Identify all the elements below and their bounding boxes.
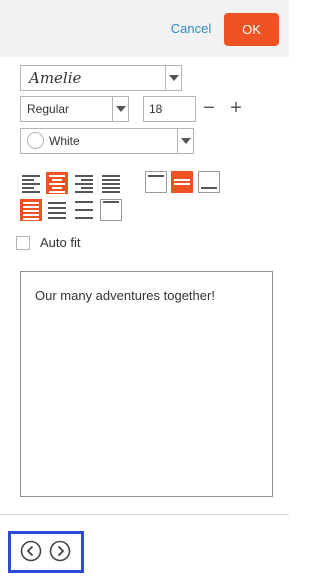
valign-bottom-button[interactable] (198, 171, 220, 193)
next-button[interactable] (49, 540, 71, 562)
spacing-fill-icon (23, 202, 39, 220)
chevron-down-icon (112, 97, 128, 121)
align-right-button[interactable] (73, 172, 95, 194)
spacing-lines-button[interactable] (46, 199, 68, 221)
spacing-fill-button[interactable] (20, 199, 42, 221)
ok-button[interactable]: OK (224, 13, 279, 46)
decrease-size-button[interactable]: − (198, 97, 220, 121)
spacing-even-button[interactable] (73, 199, 95, 221)
font-family-value: Amelie (29, 69, 82, 87)
font-weight-value: Regular (27, 102, 70, 116)
valign-middle-icon (174, 179, 190, 185)
increase-size-button[interactable]: + (225, 97, 247, 121)
spacing-even-icon (75, 201, 93, 219)
text-editor-content: Our many adventures together! (35, 288, 215, 303)
cancel-button[interactable]: Cancel (167, 20, 215, 38)
align-center-icon (49, 175, 65, 193)
chevron-down-icon (165, 66, 181, 90)
chevron-down-icon (177, 129, 193, 153)
spacing-box-button[interactable] (100, 199, 122, 221)
align-left-button[interactable] (20, 172, 42, 194)
valign-middle-button[interactable] (171, 171, 193, 193)
align-justify-button[interactable] (100, 172, 122, 194)
text-color-select[interactable]: White (20, 128, 194, 154)
chevron-left-icon (20, 540, 42, 562)
align-right-icon (75, 175, 93, 193)
valign-top-icon (148, 175, 164, 177)
align-left-icon (22, 175, 40, 193)
valign-bottom-icon (201, 187, 217, 189)
text-color-value: White (49, 134, 80, 148)
spacing-lines-icon (48, 202, 66, 219)
font-size-field[interactable]: 18 (143, 96, 196, 122)
spacing-box-icon (103, 201, 119, 203)
valign-top-button[interactable] (145, 171, 167, 193)
autofit-label: Auto fit (40, 235, 81, 250)
dialog-header: Cancel OK (0, 0, 289, 57)
previous-button[interactable] (20, 540, 42, 562)
text-editor[interactable]: Our many adventures together! (20, 271, 273, 497)
align-center-button[interactable] (46, 172, 68, 194)
color-swatch (27, 132, 44, 149)
font-size-value: 18 (149, 102, 163, 116)
align-justify-icon (102, 175, 120, 193)
chevron-right-icon (49, 540, 71, 562)
autofit-checkbox[interactable] (16, 236, 30, 250)
font-weight-select[interactable]: Regular (20, 96, 129, 122)
footer-divider (0, 514, 289, 515)
font-family-select[interactable]: Amelie (20, 65, 182, 91)
